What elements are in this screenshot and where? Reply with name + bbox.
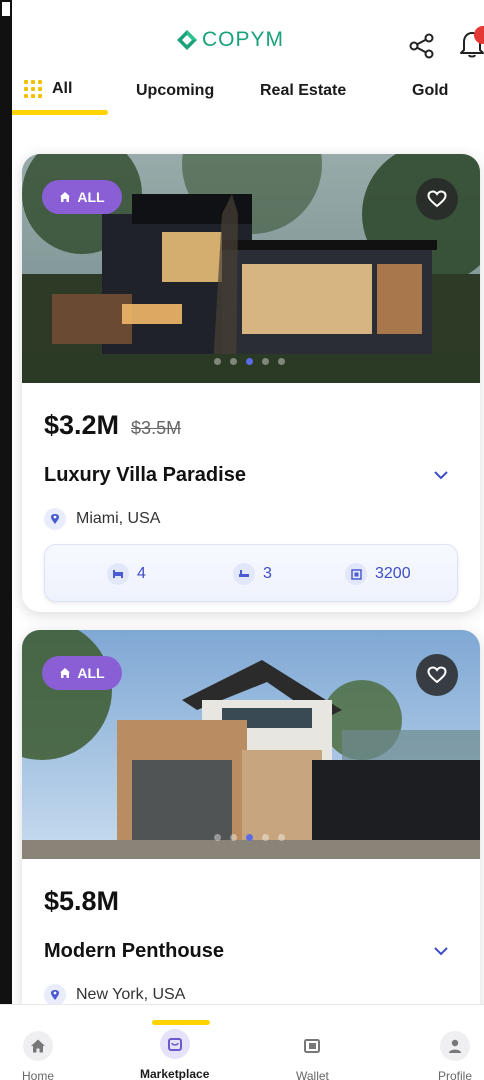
spec-area: 3200: [345, 563, 411, 585]
tab-real-estate[interactable]: Real Estate: [260, 82, 346, 100]
nav-wallet[interactable]: Wallet: [296, 1031, 329, 1080]
grid-icon: [24, 80, 42, 98]
carousel-dot[interactable]: [278, 358, 285, 365]
app-screen: COPYM All Upcoming Real Estate Gold ALL …: [12, 0, 484, 1080]
carousel-dot-active[interactable]: [246, 834, 253, 841]
bath-icon: [233, 563, 255, 585]
nav-profile-label: Profile: [438, 1069, 473, 1080]
notifications-button[interactable]: [458, 26, 484, 60]
favorite-button[interactable]: [416, 654, 458, 696]
location: New York, USA: [44, 984, 185, 1006]
category-badge: ALL: [42, 656, 122, 690]
active-tab-indicator: [12, 110, 108, 115]
carousel-dot[interactable]: [214, 834, 221, 841]
carousel-dot-active[interactable]: [246, 358, 253, 365]
window-notch: [0, 0, 12, 18]
window-edge: [0, 0, 12, 1080]
listing-title: Modern Penthouse: [44, 940, 225, 962]
price-row: $5.8M: [44, 886, 119, 917]
marketplace-icon: [159, 1029, 190, 1059]
wallet-icon: [297, 1031, 327, 1061]
listing-card[interactable]: ALL $3.2M $3.5M Luxury Villa Paradise Mi…: [22, 154, 480, 612]
price-row: $3.2M $3.5M: [44, 410, 181, 441]
badge-label: ALL: [77, 189, 105, 205]
carousel-dots: [214, 834, 285, 841]
tab-all[interactable]: All: [24, 80, 72, 98]
nav-wallet-label: Wallet: [296, 1069, 329, 1080]
property-specs: 4 3 3200: [44, 544, 458, 602]
nav-profile[interactable]: Profile: [438, 1031, 472, 1080]
baths-value: 3: [263, 565, 272, 582]
old-price: $3.5M: [131, 418, 182, 438]
chevron-down-icon[interactable]: [432, 466, 450, 484]
heart-icon: [427, 190, 447, 208]
beds-value: 4: [137, 565, 146, 582]
badge-label: ALL: [77, 665, 105, 681]
profile-icon: [440, 1031, 470, 1061]
location-pin-icon: [44, 508, 66, 530]
home-icon: [60, 668, 71, 678]
bed-icon: [107, 563, 129, 585]
tab-gold[interactable]: Gold: [412, 82, 448, 100]
listing-card[interactable]: ALL $5.8M Modern Penthouse New York, USA: [22, 630, 480, 1050]
location: Miami, USA: [44, 508, 160, 530]
logo-text: COPYM: [202, 28, 285, 51]
category-badge: ALL: [42, 180, 122, 214]
nav-marketplace[interactable]: Marketplace: [140, 1029, 209, 1080]
listing-title: Luxury Villa Paradise: [44, 464, 246, 486]
price: $5.8M: [44, 886, 120, 916]
bottom-navigation: Home Marketplace Wallet Profile: [0, 1004, 484, 1080]
carousel-dot[interactable]: [214, 358, 221, 365]
carousel-dot[interactable]: [230, 358, 237, 365]
home-icon: [23, 1031, 53, 1061]
location-text: New York, USA: [76, 986, 186, 1003]
logo: COPYM: [176, 28, 284, 52]
nav-home-label: Home: [22, 1069, 55, 1080]
home-icon: [60, 192, 71, 202]
spec-baths: 3: [233, 563, 272, 585]
area-icon: [345, 563, 367, 585]
heart-icon: [427, 666, 447, 684]
chevron-down-icon[interactable]: [432, 942, 450, 960]
location-text: Miami, USA: [76, 510, 161, 527]
nav-home[interactable]: Home: [22, 1031, 54, 1080]
price: $3.2M: [44, 410, 120, 440]
carousel-dot[interactable]: [230, 834, 237, 841]
nav-marketplace-label: Marketplace: [140, 1067, 210, 1080]
header: COPYM: [12, 0, 484, 70]
share-icon[interactable]: [408, 32, 436, 60]
category-tabs: All Upcoming Real Estate Gold: [12, 70, 484, 118]
favorite-button[interactable]: [416, 178, 458, 220]
logo-mark-icon: [177, 30, 197, 50]
carousel-dots: [214, 358, 285, 365]
location-pin-icon: [44, 984, 66, 1006]
tab-upcoming[interactable]: Upcoming: [136, 82, 214, 100]
area-value: 3200: [375, 565, 411, 582]
active-nav-indicator: [152, 1020, 210, 1025]
carousel-dot[interactable]: [262, 834, 269, 841]
spec-beds: 4: [107, 563, 146, 585]
carousel-dot[interactable]: [278, 834, 285, 841]
carousel-dot[interactable]: [262, 358, 269, 365]
tab-all-label: All: [52, 80, 73, 97]
